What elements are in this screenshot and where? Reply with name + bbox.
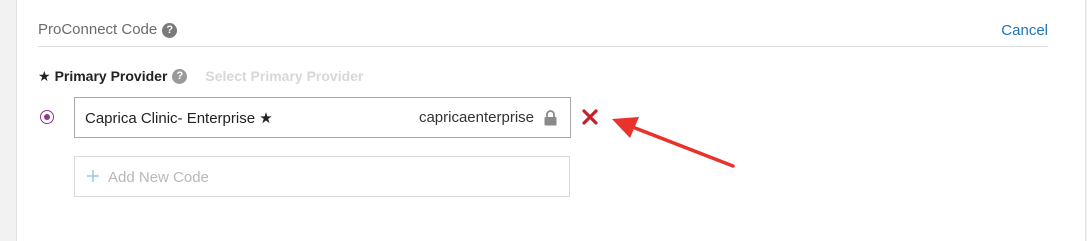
plus-icon: [87, 170, 99, 182]
lock-icon: [544, 110, 557, 126]
question-circle-icon[interactable]: ?: [162, 23, 178, 38]
proconnect-code-panel: ProConnect Code? Cancel ★ Primary Provid…: [16, 0, 1086, 241]
code-entry-field[interactable]: Caprica Clinic- Enterprise ★ caprica­ent…: [74, 97, 571, 138]
close-icon[interactable]: [581, 108, 599, 126]
code-name: Caprica Clinic- Enterprise ★: [85, 110, 273, 127]
section-title: ProConnect Code?: [38, 21, 178, 38]
select-primary-provider-link[interactable]: Select Primary Provider: [205, 68, 363, 84]
section-header: ProConnect Code? Cancel: [38, 18, 1048, 44]
primary-provider-label: Primary Provider: [54, 68, 168, 84]
header-divider: [38, 46, 1048, 47]
cancel-link[interactable]: Cancel: [1001, 22, 1048, 39]
add-new-code-label: Add New Code: [108, 169, 209, 186]
question-circle-icon[interactable]: ?: [172, 68, 188, 84]
primary-provider-row: ★ Primary Provider ? Select Primary Prov…: [38, 66, 363, 86]
code-id: caprica­enterprise: [418, 109, 534, 126]
primary-provider-radio[interactable]: [40, 110, 54, 124]
star-icon: ★: [38, 67, 51, 84]
add-new-code-field[interactable]: Add New Code: [74, 156, 570, 197]
